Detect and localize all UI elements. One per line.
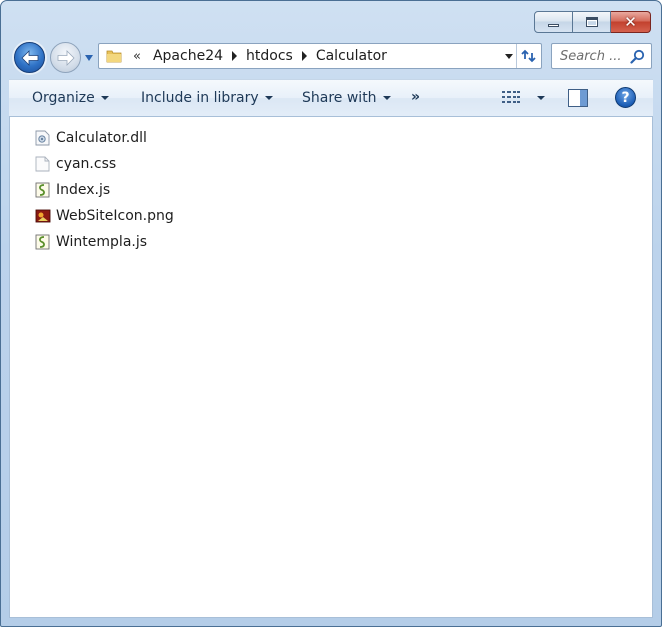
js-file-icon	[34, 234, 51, 251]
file-name: cyan.css	[56, 156, 117, 172]
file-name: Index.js	[56, 182, 111, 198]
close-icon: ✕	[624, 12, 637, 31]
breadcrumb-overflow-button[interactable]: «	[133, 49, 141, 64]
address-history-dropdown-icon[interactable]	[505, 54, 513, 59]
change-view-button[interactable]	[501, 89, 545, 107]
folder-icon	[103, 45, 125, 67]
file-item-index-js[interactable]: Index.js	[34, 177, 174, 203]
search-box[interactable]	[551, 43, 652, 69]
refresh-icon	[521, 49, 536, 63]
explorer-window: ✕ « Apache24 htdocs Calculator Search ..…	[0, 0, 662, 627]
dll-file-icon	[34, 130, 51, 147]
file-item-cyan-css[interactable]: cyan.css	[34, 151, 174, 177]
chevron-down-icon	[100, 96, 109, 100]
maximize-button[interactable]	[573, 11, 611, 33]
css-file-icon	[34, 156, 51, 173]
breadcrumb-calculator[interactable]: Calculator	[312, 48, 391, 64]
recent-pages-dropdown-icon[interactable]	[84, 54, 94, 62]
breadcrumb-htdocs[interactable]: htdocs	[242, 48, 297, 64]
file-name: Wintempla.js	[56, 234, 148, 250]
include-in-library-label: Include in library	[141, 90, 259, 106]
minimize-icon	[548, 24, 559, 27]
caption-buttons: ✕	[534, 11, 651, 33]
png-file-icon	[34, 208, 51, 225]
minimize-button[interactable]	[534, 11, 573, 33]
forward-button[interactable]	[50, 42, 81, 73]
share-with-label: Share with	[302, 90, 377, 106]
navigation-bar: « Apache24 htdocs Calculator	[1, 39, 661, 75]
organize-menu[interactable]: Organize	[32, 90, 109, 106]
breadcrumb-apache24[interactable]: Apache24	[149, 48, 227, 64]
share-with-menu[interactable]: Share with	[302, 90, 391, 106]
file-name: WebSiteIcon.png	[56, 208, 174, 224]
organize-label: Organize	[32, 90, 95, 106]
file-item-wintempla-js[interactable]: Wintempla.js	[34, 229, 174, 255]
back-button[interactable]	[14, 42, 45, 73]
search-icon[interactable]	[630, 49, 645, 64]
help-icon: ?	[621, 89, 630, 106]
file-item-calculator-dll[interactable]: Calculator.dll	[34, 125, 174, 151]
js-file-icon	[34, 182, 51, 199]
command-bar: Organize Include in library Share with »	[9, 79, 653, 117]
chevron-down-icon	[264, 96, 273, 100]
maximize-icon	[585, 17, 598, 27]
breadcrumb-separator-arrow-icon[interactable]	[232, 51, 238, 61]
file-item-websiteicon-png[interactable]: WebSiteIcon.png	[34, 203, 174, 229]
file-list-pane[interactable]: Calculator.dll cyan.css Index.js WebSite…	[9, 117, 653, 618]
chevron-down-icon[interactable]	[537, 96, 545, 100]
chevron-down-icon	[382, 96, 391, 100]
help-button[interactable]: ?	[615, 87, 636, 108]
search-input[interactable]	[560, 48, 628, 64]
forward-arrow-icon	[57, 49, 75, 66]
preview-pane-button[interactable]	[568, 89, 588, 107]
refresh-button[interactable]	[516, 44, 541, 68]
file-name: Calculator.dll	[56, 130, 147, 146]
breadcrumb-separator-arrow-icon[interactable]	[301, 51, 307, 61]
include-in-library-menu[interactable]: Include in library	[141, 90, 273, 106]
back-arrow-icon	[20, 49, 38, 66]
file-list: Calculator.dll cyan.css Index.js WebSite…	[34, 125, 174, 255]
more-commands-button[interactable]: »	[411, 89, 420, 105]
address-bar[interactable]: « Apache24 htdocs Calculator	[98, 43, 542, 69]
view-options-icon	[502, 91, 520, 103]
close-button[interactable]: ✕	[611, 11, 651, 33]
